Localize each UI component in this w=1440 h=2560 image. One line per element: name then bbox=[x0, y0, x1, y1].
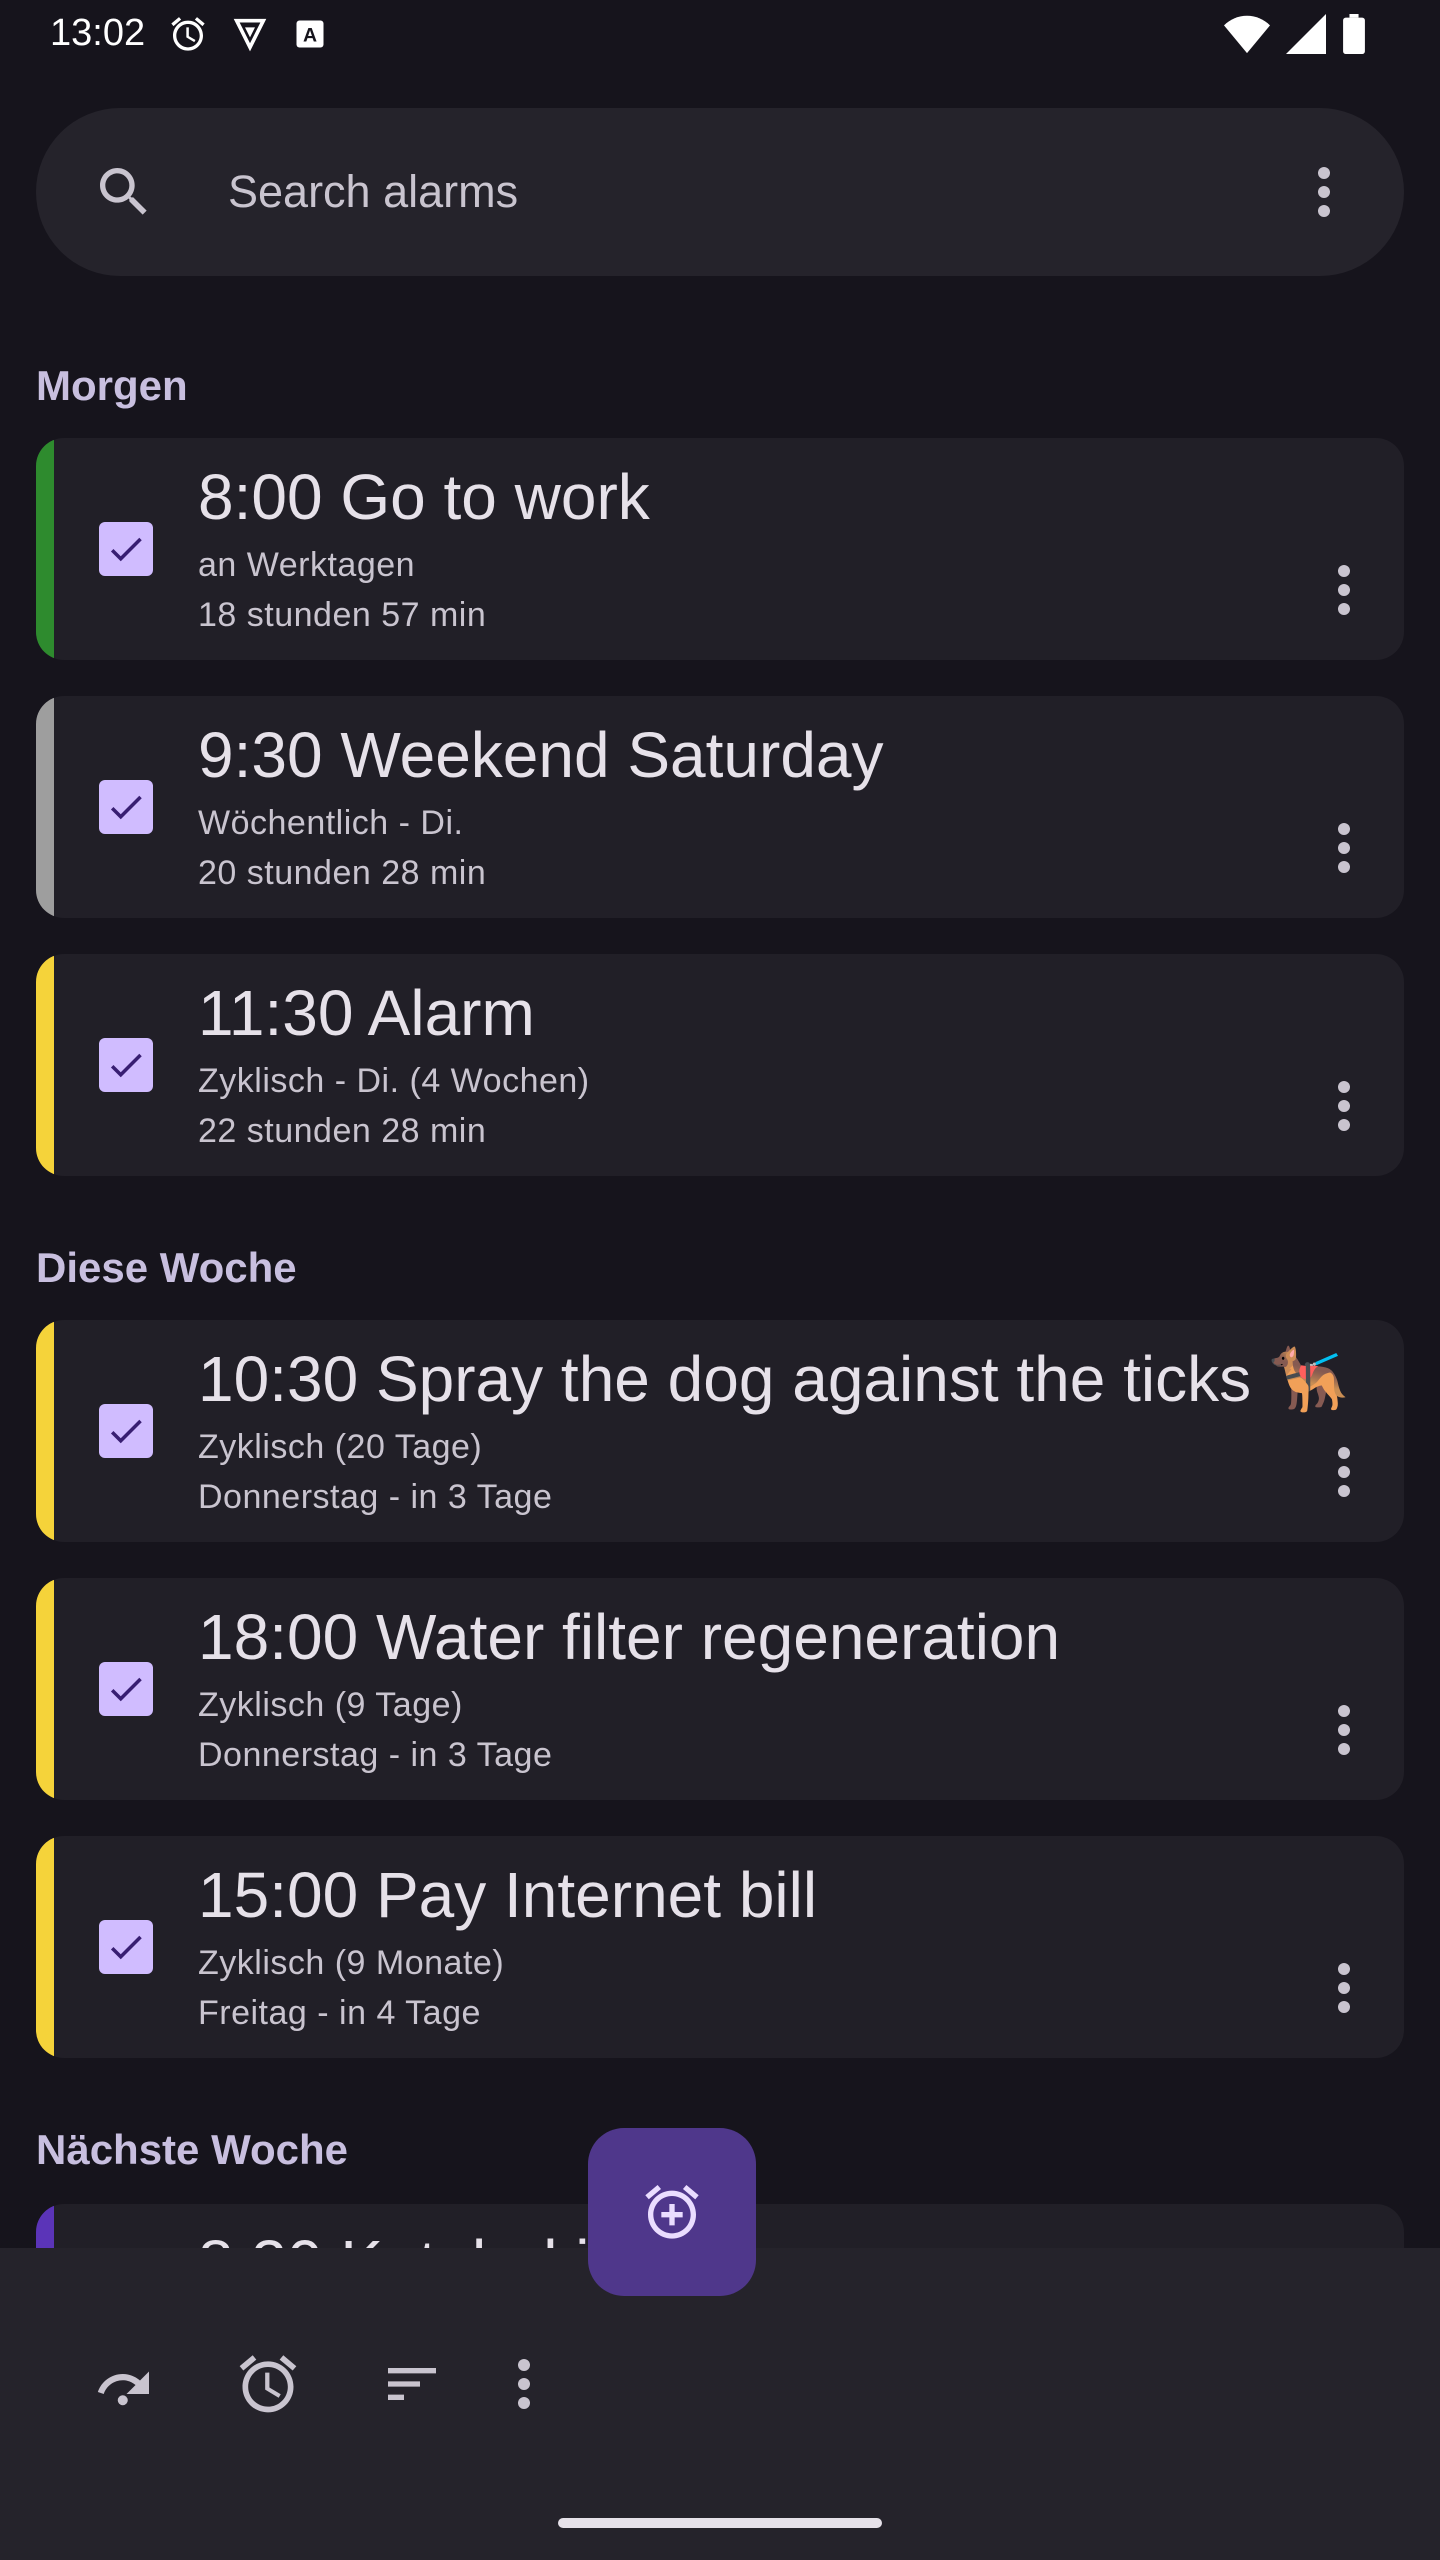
wifi-icon bbox=[1224, 14, 1270, 54]
alarm-more-icon[interactable] bbox=[1320, 558, 1368, 622]
alarm-title: 18:00 Water filter regeneration bbox=[198, 1601, 1061, 1673]
alarm-enabled-checkbox[interactable] bbox=[99, 780, 153, 834]
check-icon bbox=[110, 1935, 142, 1960]
section-header-naechste-woche: Nächste Woche bbox=[36, 2126, 348, 2173]
alarm-title: 10:30 Spray the dog against the ticks 🐕‍… bbox=[198, 1343, 1349, 1415]
section-header-morgen: Morgen bbox=[36, 362, 188, 409]
alarm-time-remaining: Donnerstag - in 3 Tage bbox=[198, 1736, 553, 1774]
alarm-color-stripe bbox=[36, 696, 54, 918]
alarm-card[interactable]: 9:30 Weekend Saturday Wöchentlich - Di. … bbox=[36, 696, 1404, 918]
check-icon bbox=[110, 537, 142, 562]
sort-icon[interactable] bbox=[340, 2336, 484, 2432]
status-icons-right bbox=[1224, 14, 1366, 54]
alarm-color-stripe bbox=[36, 2204, 54, 2248]
alarm-time-remaining: 20 stunden 28 min bbox=[198, 854, 487, 892]
alarm-time-remaining: Freitag - in 4 Tage bbox=[198, 1994, 481, 2032]
alarm-card[interactable]: 15:00 Pay Internet bill Zyklisch (9 Mona… bbox=[36, 1836, 1404, 2058]
alarm-time-remaining: Donnerstag - in 3 Tage bbox=[198, 1478, 553, 1516]
alarm-clock-icon bbox=[168, 14, 208, 54]
vpn-shield-icon bbox=[230, 14, 270, 54]
alarm-title: 8:30 Katabeki bbox=[198, 2226, 589, 2248]
alarm-card[interactable]: 8:00 Go to work an Werktagen 18 stunden … bbox=[36, 438, 1404, 660]
alarm-time-remaining: 22 stunden 28 min bbox=[198, 1112, 487, 1150]
alarm-clock-icon[interactable] bbox=[196, 2336, 340, 2432]
status-bar: 13:02 A bbox=[0, 0, 1440, 72]
alarm-card[interactable]: 11:30 Alarm Zyklisch - Di. (4 Wochen) 22… bbox=[36, 954, 1404, 1176]
svg-text:A: A bbox=[303, 25, 317, 47]
alarm-title: 8:00 Go to work bbox=[198, 461, 650, 533]
alarm-color-stripe bbox=[36, 1836, 54, 2058]
alarm-enabled-checkbox[interactable] bbox=[99, 1920, 153, 1974]
alarm-enabled-checkbox[interactable] bbox=[99, 522, 153, 576]
alarm-color-stripe bbox=[36, 438, 54, 660]
search-input[interactable] bbox=[192, 148, 1264, 236]
gesture-navigation-bar[interactable] bbox=[558, 2518, 882, 2528]
alarm-card[interactable]: 18:00 Water filter regeneration Zyklisch… bbox=[36, 1578, 1404, 1800]
alarm-repeat: Zyklisch - Di. (4 Wochen) bbox=[198, 1062, 590, 1100]
status-time: 13:02 bbox=[50, 12, 146, 54]
alarm-enabled-checkbox[interactable] bbox=[99, 1404, 153, 1458]
alarm-more-icon[interactable] bbox=[1320, 1956, 1368, 2020]
alarm-more-icon[interactable] bbox=[1320, 816, 1368, 880]
check-icon bbox=[110, 1677, 142, 1702]
alarm-repeat: Wöchentlich - Di. bbox=[198, 804, 464, 842]
alarm-add-icon bbox=[645, 2184, 699, 2239]
alarm-repeat: Zyklisch (9 Monate) bbox=[198, 1944, 505, 1982]
check-icon bbox=[110, 1053, 142, 1078]
alarm-enabled-checkbox[interactable] bbox=[99, 1662, 153, 1716]
alarm-title: 9:30 Weekend Saturday bbox=[198, 719, 884, 791]
alarm-more-icon[interactable] bbox=[1320, 1698, 1368, 1762]
section-header-diese-woche: Diese Woche bbox=[36, 1244, 297, 1291]
alarm-enabled-checkbox[interactable] bbox=[99, 1038, 153, 1092]
alarm-more-icon[interactable] bbox=[1320, 1074, 1368, 1138]
alarm-color-stripe bbox=[36, 1320, 54, 1542]
battery-icon bbox=[1342, 14, 1366, 54]
add-alarm-button[interactable] bbox=[588, 2128, 756, 2296]
bottom-actions bbox=[52, 2336, 564, 2432]
alarm-time-remaining: 18 stunden 57 min bbox=[198, 596, 487, 634]
alarm-repeat: Zyklisch (20 Tage) bbox=[198, 1428, 483, 1466]
alarm-title: 15:00 Pay Internet bill bbox=[198, 1859, 818, 1931]
alarm-title: 11:30 Alarm bbox=[198, 977, 535, 1049]
check-icon bbox=[110, 795, 142, 820]
check-icon bbox=[110, 1419, 142, 1444]
alarm-card[interactable]: 10:30 Spray the dog against the ticks 🐕‍… bbox=[36, 1320, 1404, 1542]
cell-signal-icon bbox=[1286, 14, 1326, 54]
skip-next-alarm-icon[interactable] bbox=[52, 2336, 196, 2432]
alarm-more-icon[interactable] bbox=[1320, 1440, 1368, 1504]
keyboard-a-icon: A bbox=[292, 16, 328, 52]
alarm-color-stripe bbox=[36, 1578, 54, 1800]
search-bar[interactable] bbox=[36, 108, 1404, 276]
alarm-repeat: an Werktagen bbox=[198, 546, 416, 584]
alarm-repeat: Zyklisch (9 Tage) bbox=[198, 1686, 463, 1724]
search-more-icon[interactable] bbox=[1292, 160, 1356, 224]
more-vert-icon[interactable] bbox=[484, 2336, 564, 2432]
alarm-color-stripe bbox=[36, 954, 54, 1176]
status-icons-left: A bbox=[168, 14, 328, 54]
search-icon bbox=[92, 160, 156, 229]
